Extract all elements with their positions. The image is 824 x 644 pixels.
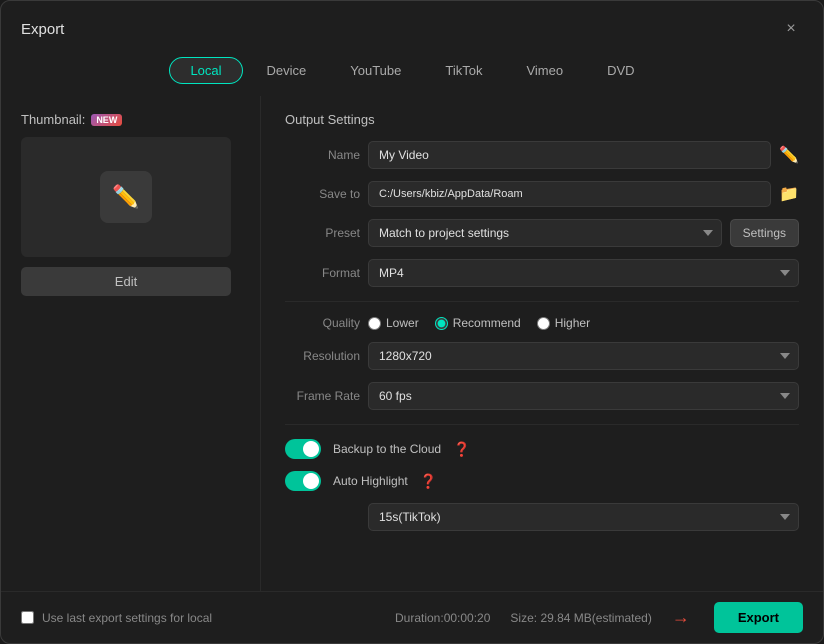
- tiktok-duration-select[interactable]: 15s(TikTok): [368, 503, 799, 531]
- dialog-footer: Use last export settings for local Durat…: [1, 591, 823, 643]
- quality-lower-label: Lower: [386, 316, 419, 330]
- backup-cloud-slider: [285, 439, 321, 459]
- tab-device[interactable]: Device: [247, 57, 327, 84]
- frame-rate-row: Frame Rate 60 fps: [285, 382, 799, 410]
- resolution-label: Resolution: [285, 349, 360, 363]
- preset-row: Preset Match to project settings Setting…: [285, 219, 799, 247]
- dialog-header: Export ×: [1, 1, 823, 49]
- output-settings-title: Output Settings: [285, 112, 799, 127]
- dialog-title: Export: [21, 21, 64, 38]
- save-to-label: Save to: [285, 187, 360, 201]
- footer-info: Duration:00:00:20 Size: 29.84 MB(estimat…: [395, 602, 803, 633]
- size-value: 29.84 MB(estimated): [540, 611, 651, 625]
- last-export-checkbox[interactable]: [21, 611, 34, 624]
- preset-label: Preset: [285, 226, 360, 240]
- divider-1: [285, 301, 799, 302]
- quality-row: Quality Lower Recommend Higher: [285, 316, 799, 330]
- duration-value: 00:00:20: [444, 611, 491, 625]
- left-panel: Thumbnail: NEW ✏️ Edit: [1, 96, 261, 591]
- resolution-row: Resolution 1280x720: [285, 342, 799, 370]
- tab-tiktok[interactable]: TikTok: [425, 57, 502, 84]
- dialog-body: Thumbnail: NEW ✏️ Edit Output Settings N…: [1, 96, 823, 591]
- save-to-row: Save to C:/Users/kbiz/AppData/Roam 📁: [285, 181, 799, 207]
- quality-higher[interactable]: Higher: [537, 316, 590, 330]
- tab-youtube[interactable]: YouTube: [330, 57, 421, 84]
- format-select[interactable]: MP4: [368, 259, 799, 287]
- export-dialog: Export × Local Device YouTube TikTok Vim…: [0, 0, 824, 644]
- close-button[interactable]: ×: [779, 17, 803, 41]
- auto-highlight-toggle[interactable]: [285, 471, 321, 491]
- backup-cloud-label: Backup to the Cloud: [333, 442, 441, 456]
- resolution-select[interactable]: 1280x720: [368, 342, 799, 370]
- auto-highlight-help-icon[interactable]: ❓: [420, 473, 437, 490]
- name-row: Name ✏️: [285, 141, 799, 169]
- format-label: Format: [285, 266, 360, 280]
- frame-rate-label: Frame Rate: [285, 389, 360, 403]
- tab-local[interactable]: Local: [169, 57, 242, 84]
- edit-button[interactable]: Edit: [21, 267, 231, 296]
- size-label: Size:: [510, 611, 537, 625]
- duration-label: Duration:: [395, 611, 444, 625]
- backup-cloud-help-icon[interactable]: ❓: [453, 441, 470, 458]
- quality-lower[interactable]: Lower: [368, 316, 419, 330]
- preset-select[interactable]: Match to project settings: [368, 219, 722, 247]
- name-label: Name: [285, 148, 360, 162]
- auto-highlight-row: Auto Highlight ❓: [285, 471, 799, 491]
- new-badge: NEW: [91, 114, 122, 126]
- quality-label: Quality: [285, 316, 360, 330]
- backup-cloud-toggle[interactable]: [285, 439, 321, 459]
- frame-rate-select[interactable]: 60 fps: [368, 382, 799, 410]
- quality-higher-label: Higher: [555, 316, 590, 330]
- duration-text: Duration:00:00:20: [395, 611, 490, 625]
- auto-highlight-label: Auto Highlight: [333, 474, 408, 488]
- right-panel: Output Settings Name ✏️ Save to C:/Users…: [261, 96, 823, 591]
- tab-vimeo[interactable]: Vimeo: [506, 57, 583, 84]
- quality-higher-radio[interactable]: [537, 317, 550, 330]
- last-export-label: Use last export settings for local: [42, 611, 212, 625]
- arrow-indicator: →: [672, 607, 690, 628]
- ai-icon[interactable]: ✏️: [779, 145, 799, 165]
- backup-cloud-row: Backup to the Cloud ❓: [285, 439, 799, 459]
- save-path: C:/Users/kbiz/AppData/Roam: [368, 181, 771, 207]
- tiktok-duration-row: 15s(TikTok): [285, 503, 799, 531]
- thumbnail-box: ✏️: [21, 137, 231, 257]
- name-input[interactable]: [368, 141, 771, 169]
- last-export-row: Use last export settings for local: [21, 611, 212, 625]
- folder-icon[interactable]: 📁: [779, 184, 799, 204]
- export-button[interactable]: Export: [714, 602, 803, 633]
- tab-dvd[interactable]: DVD: [587, 57, 654, 84]
- auto-highlight-slider: [285, 471, 321, 491]
- quality-recommend[interactable]: Recommend: [435, 316, 521, 330]
- divider-2: [285, 424, 799, 425]
- thumbnail-text: Thumbnail:: [21, 112, 85, 127]
- quality-lower-radio[interactable]: [368, 317, 381, 330]
- quality-recommend-radio[interactable]: [435, 317, 448, 330]
- size-text: Size: 29.84 MB(estimated): [510, 611, 651, 625]
- thumbnail-section-label: Thumbnail: NEW: [21, 112, 240, 127]
- quality-options: Lower Recommend Higher: [368, 316, 590, 330]
- format-row: Format MP4: [285, 259, 799, 287]
- tabs-bar: Local Device YouTube TikTok Vimeo DVD: [1, 49, 823, 96]
- settings-button[interactable]: Settings: [730, 219, 799, 247]
- quality-recommend-label: Recommend: [453, 316, 521, 330]
- thumbnail-icon: ✏️: [100, 171, 152, 223]
